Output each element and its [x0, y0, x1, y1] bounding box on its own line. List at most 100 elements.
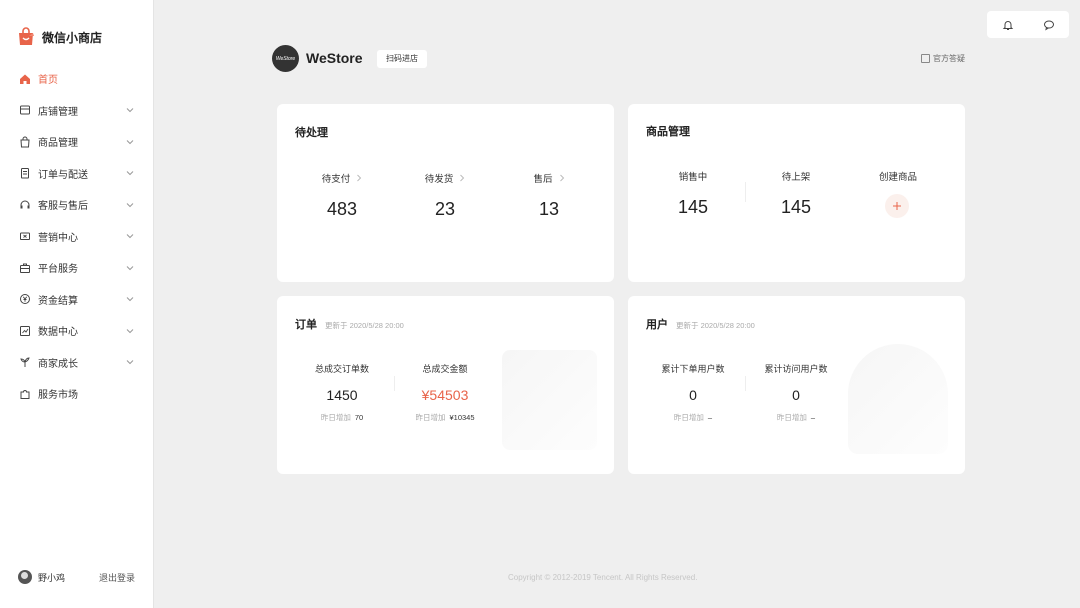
- sidebar-item-label: 服务市场: [38, 390, 78, 402]
- ticket-icon: [18, 229, 32, 243]
- chevron-down-icon: [126, 297, 134, 302]
- store-logo: WeStore: [272, 45, 299, 72]
- chevron-right-icon: [559, 174, 564, 182]
- document-icon: [921, 54, 930, 63]
- to-list-stat[interactable]: 待上架 145: [751, 169, 841, 218]
- users-title: 用户 更新于 2020/5/28 20:00: [646, 316, 755, 332]
- orders-card: 订单 更新于 2020/5/28 20:00 总成交订单数 1450 昨日增加 70…: [277, 296, 614, 474]
- order-icon: [18, 166, 32, 180]
- stat-label: 累计下单用户数: [661, 364, 725, 374]
- shop-bag-logo-icon: [19, 27, 34, 45]
- sidebar-item-growth[interactable]: 商家成长: [0, 347, 154, 379]
- chevron-down-icon: [126, 108, 134, 113]
- sub-value: –: [707, 413, 713, 422]
- sidebar: 微信小商店 首页 店铺管理 商品管理 订单与配送 客服与售后 营销中心 平台服务…: [0, 0, 154, 608]
- sprout-icon: [18, 355, 32, 369]
- sidebar-item-store[interactable]: 店铺管理: [0, 95, 154, 127]
- stat-label: 总成交金额: [422, 364, 468, 374]
- sidebar-item-service[interactable]: 客服与售后: [0, 189, 154, 221]
- official-faq-link[interactable]: 官方答疑: [921, 53, 965, 64]
- divider: [745, 182, 746, 202]
- stat-label: 销售中: [678, 172, 708, 183]
- chevron-right-icon: [460, 174, 465, 182]
- plus-icon: [893, 202, 901, 210]
- faq-label: 官方答疑: [933, 54, 965, 63]
- stat-value: 0: [792, 387, 800, 403]
- stat-value: 13: [538, 199, 560, 219]
- top-actions: [987, 11, 1069, 38]
- users-card: 用户 更新于 2020/5/28 20:00 累计下单用户数 0 昨日增加 – 累计…: [628, 296, 965, 474]
- products-card: 商品管理 销售中 145 待上架 145 创建商品: [628, 104, 965, 282]
- puzzle-icon: [18, 387, 32, 401]
- bag-icon: [18, 135, 32, 149]
- sidebar-item-orders[interactable]: 订单与配送: [0, 158, 154, 190]
- create-product-label: 创建商品: [878, 172, 917, 183]
- headset-icon: [18, 198, 32, 212]
- pending-title: 待处理: [295, 127, 328, 139]
- chevron-down-icon: [126, 171, 134, 176]
- sidebar-item-data[interactable]: 数据中心: [0, 315, 154, 347]
- users-title-text: 用户: [646, 319, 668, 331]
- stat-label: 待发货: [424, 174, 454, 185]
- visit-users-stat: 累计访问用户数 0 昨日增加 –: [746, 362, 846, 423]
- sidebar-item-finance[interactable]: 资金结算: [0, 284, 154, 316]
- sidebar-item-platform[interactable]: 平台服务: [0, 252, 154, 284]
- store-icon: [18, 103, 32, 117]
- stat-value: 1450: [326, 387, 358, 403]
- pending-card: 待处理 待支付 483 待发货 23 售后 13: [277, 104, 614, 282]
- sidebar-item-market[interactable]: 服务市场: [0, 378, 154, 410]
- chevron-down-icon: [126, 328, 134, 333]
- order-users-stat: 累计下单用户数 0 昨日增加 –: [643, 362, 743, 423]
- scan-to-store-button[interactable]: 扫码进店: [377, 50, 427, 68]
- stat-label: 总成交订单数: [314, 364, 369, 374]
- chevron-down-icon: [126, 202, 134, 207]
- stat-value: 0: [689, 387, 697, 403]
- avatar[interactable]: [18, 570, 32, 584]
- chevron-down-icon: [126, 360, 134, 365]
- sidebar-item-label: 数据中心: [38, 327, 78, 339]
- stat-sub: 昨日增加 –: [643, 412, 743, 423]
- message-icon[interactable]: [1042, 18, 1056, 32]
- sidebar-item-products[interactable]: 商品管理: [0, 126, 154, 158]
- pending-shipment-stat[interactable]: 待发货 23: [400, 171, 490, 220]
- stat-label: 累计访问用户数: [764, 364, 828, 374]
- orders-title-text: 订单: [295, 319, 317, 331]
- stat-value: 145: [677, 197, 709, 217]
- chart-icon: [18, 324, 32, 338]
- after-sales-stat[interactable]: 售后 13: [504, 171, 594, 220]
- yuan-icon: [18, 292, 32, 306]
- sidebar-item-home[interactable]: 首页: [0, 63, 154, 95]
- sidebar-item-label: 店铺管理: [38, 106, 78, 118]
- decorative-illustration: [848, 344, 948, 454]
- chevron-down-icon: [126, 234, 134, 239]
- stat-label: 待支付: [321, 174, 351, 185]
- stat-value: 23: [434, 199, 456, 219]
- logout-link[interactable]: 退出登录: [99, 571, 135, 584]
- bell-icon[interactable]: [1001, 18, 1015, 32]
- sub-label: 昨日增加: [673, 413, 704, 422]
- stat-sub: 昨日增加 70: [292, 412, 392, 423]
- sidebar-item-marketing[interactable]: 营销中心: [0, 221, 154, 253]
- briefcase-icon: [18, 261, 32, 275]
- create-product-button[interactable]: [885, 194, 909, 218]
- stat-label: 售后: [533, 174, 553, 185]
- sub-label: 昨日增加: [776, 413, 807, 422]
- sidebar-item-label: 资金结算: [38, 295, 78, 307]
- orders-title: 订单 更新于 2020/5/28 20:00: [295, 316, 404, 332]
- stat-value: 483: [326, 199, 358, 219]
- chevron-right-icon: [357, 174, 362, 182]
- total-orders-stat: 总成交订单数 1450 昨日增加 70: [292, 362, 392, 423]
- users-updated-time: 更新于 2020/5/28 20:00: [676, 321, 755, 330]
- home-icon: [18, 72, 32, 86]
- stat-sub: 昨日增加 ¥10345: [395, 412, 495, 423]
- sidebar-item-label: 商品管理: [38, 138, 78, 150]
- on-sale-stat[interactable]: 销售中 145: [648, 169, 738, 218]
- sidebar-item-label: 商家成长: [38, 358, 78, 370]
- store-name: WeStore: [306, 50, 363, 66]
- user-panel: 野小鸡 退出登录: [18, 570, 135, 584]
- pending-payment-stat[interactable]: 待支付 483: [297, 171, 387, 220]
- sub-value: ¥10345: [449, 413, 475, 422]
- brand[interactable]: 微信小商店: [16, 27, 102, 47]
- chevron-down-icon: [126, 265, 134, 270]
- orders-updated-time: 更新于 2020/5/28 20:00: [325, 321, 404, 330]
